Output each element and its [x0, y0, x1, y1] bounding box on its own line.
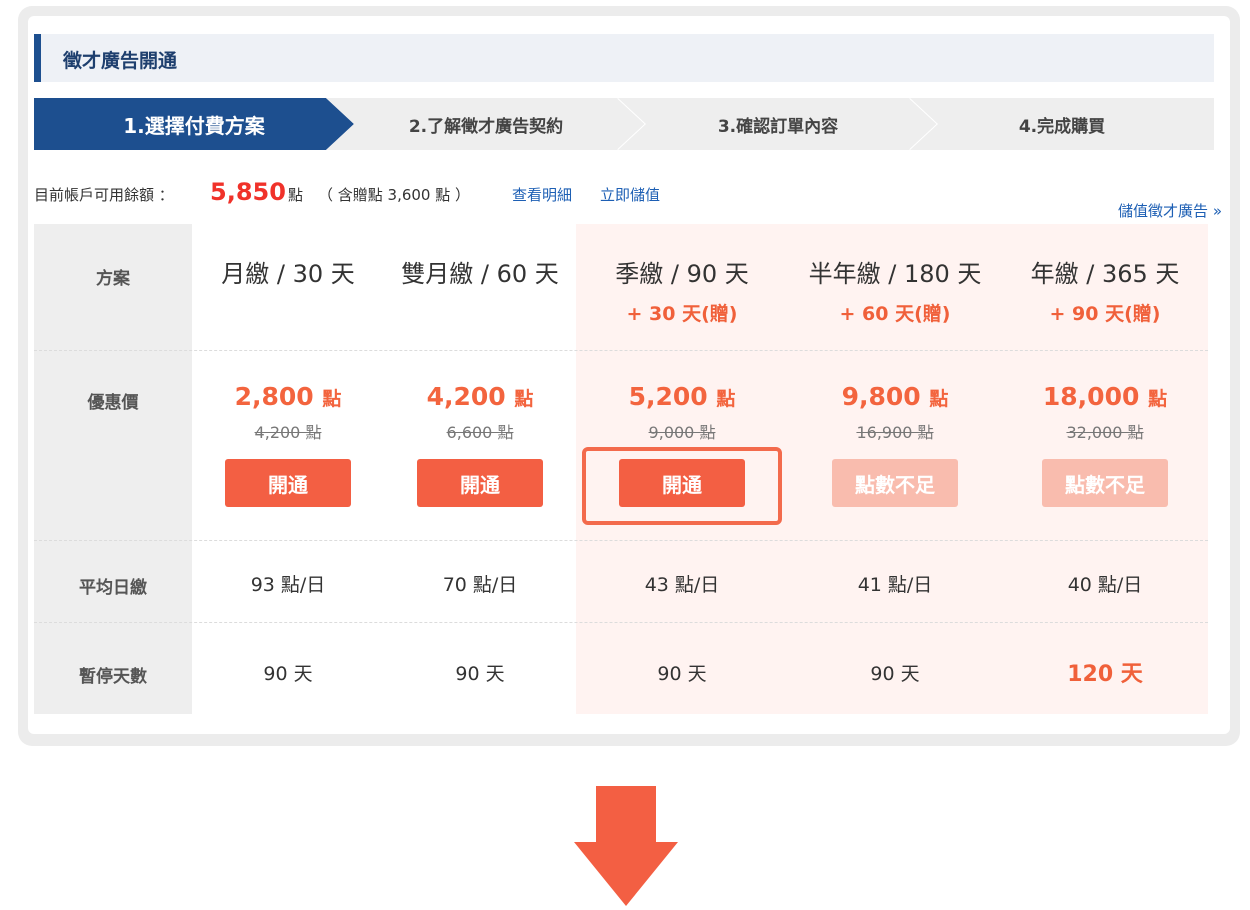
balance-unit: 點: [288, 186, 304, 204]
balance-amount: 5,850: [210, 178, 286, 206]
daily-cost: 43 點/日: [644, 574, 720, 596]
daily-cost: 93 點/日: [250, 574, 326, 596]
discount-price: 5,200 點: [628, 382, 736, 411]
plan-header: 季繳 / 90 天 + 30 天(贈): [576, 254, 788, 326]
pause-days-highlight: 120 天: [1067, 662, 1143, 687]
original-price: 6,600 點: [446, 423, 514, 442]
row-divider: [34, 540, 1208, 541]
plan-header: 年繳 / 365 天 + 90 天(贈): [1002, 254, 1208, 326]
row-label-pause: 暫停天數: [79, 667, 147, 687]
account-balance: 目前帳戶可用餘額 ： 5,850 點 （ 含贈點 3,600 點 ） 查看明細 …: [34, 178, 1214, 208]
daily-cost: 40 點/日: [1067, 574, 1143, 596]
topup-job-ad-link[interactable]: 儲值徵才廣告 »: [1118, 200, 1222, 221]
original-price: 9,000 點: [648, 423, 716, 442]
daily-cost: 70 點/日: [442, 574, 518, 596]
original-price: 16,900 點: [856, 423, 934, 442]
step-3-label: 3.確認訂單內容: [717, 116, 839, 137]
row-divider: [34, 350, 1208, 351]
plan-name: 年繳 / 365 天: [1030, 260, 1180, 288]
step-4: 4.完成購買: [910, 98, 1214, 150]
activate-button[interactable]: 開通: [225, 459, 351, 507]
row-label-daily: 平均日繳: [79, 578, 147, 598]
row-label-plan: 方案: [96, 269, 130, 289]
daily-cost: 41 點/日: [857, 574, 933, 596]
down-arrow-icon: [574, 786, 678, 906]
discount-price: 2,800 點: [234, 382, 342, 411]
discount-price: 9,800 點: [841, 382, 949, 411]
plan-price: 9,800 點 16,900 點 點數不足: [788, 382, 1002, 507]
plan-header: 半年繳 / 180 天 + 60 天(贈): [788, 254, 1002, 326]
plan-name: 季繳 / 90 天: [615, 260, 749, 288]
gift-days: + 90 天(贈): [1049, 303, 1161, 325]
panel-title: 徵才廣告開通: [63, 50, 178, 72]
plan-price: 18,000 點 32,000 點 點數不足: [1002, 382, 1208, 507]
plan-name: 半年繳 / 180 天: [808, 260, 982, 288]
pricing-panel: 徵才廣告開通 1.選擇付費方案 2.了解徵才廣告契約 3.確認訂單內容 4.完成…: [28, 16, 1230, 734]
original-price: 4,200 點: [254, 423, 322, 442]
row-label-price: 優惠價: [87, 393, 139, 413]
plan-price: 4,200 點 6,600 點 開通: [384, 382, 576, 507]
step-4-label: 4.完成購買: [1018, 116, 1106, 137]
pause-days: 90 天: [657, 663, 707, 685]
step-1: 1.選擇付費方案: [34, 98, 354, 150]
plan-name: 雙月繳 / 60 天: [401, 260, 559, 288]
discount-price: 4,200 點: [426, 382, 534, 411]
balance-label: 目前帳戶可用餘額 ：: [34, 186, 174, 204]
row-label-column: [34, 224, 192, 714]
gift-days: + 30 天(贈): [626, 303, 738, 325]
pause-days: 90 天: [455, 663, 505, 685]
step-2-label: 2.了解徵才廣告契約: [408, 116, 564, 137]
row-divider: [34, 622, 1208, 623]
step-2: 2.了解徵才廣告契約: [326, 98, 646, 150]
progress-steps: 1.選擇付費方案 2.了解徵才廣告契約 3.確認訂單內容 4.完成購買: [34, 98, 1214, 150]
plan-header: 雙月繳 / 60 天: [384, 254, 576, 289]
deposit-now-link[interactable]: 立即儲值: [600, 184, 660, 205]
insufficient-points-button: 點數不足: [1042, 459, 1168, 507]
step-3: 3.確認訂單內容: [618, 98, 938, 150]
pause-days: 90 天: [870, 663, 920, 685]
bonus-points: （ 含贈點 3,600 點 ）: [318, 186, 471, 204]
gift-days: + 60 天(贈): [839, 303, 951, 325]
plan-header: 月繳 / 30 天: [192, 254, 384, 289]
view-details-link[interactable]: 查看明細: [512, 184, 572, 205]
insufficient-points-button: 點數不足: [832, 459, 958, 507]
pause-days: 90 天: [263, 663, 313, 685]
plan-price: 2,800 點 4,200 點 開通: [192, 382, 384, 507]
panel-header: 徵才廣告開通: [34, 34, 1214, 82]
selected-button-highlight: [582, 447, 782, 525]
pricing-panel-frame: 徵才廣告開通 1.選擇付費方案 2.了解徵才廣告契約 3.確認訂單內容 4.完成…: [18, 6, 1240, 746]
step-1-label: 1.選擇付費方案: [123, 113, 265, 138]
original-price: 32,000 點: [1066, 423, 1144, 442]
plan-name: 月繳 / 30 天: [221, 260, 355, 288]
discount-price: 18,000 點: [1042, 382, 1168, 411]
activate-button[interactable]: 開通: [417, 459, 543, 507]
